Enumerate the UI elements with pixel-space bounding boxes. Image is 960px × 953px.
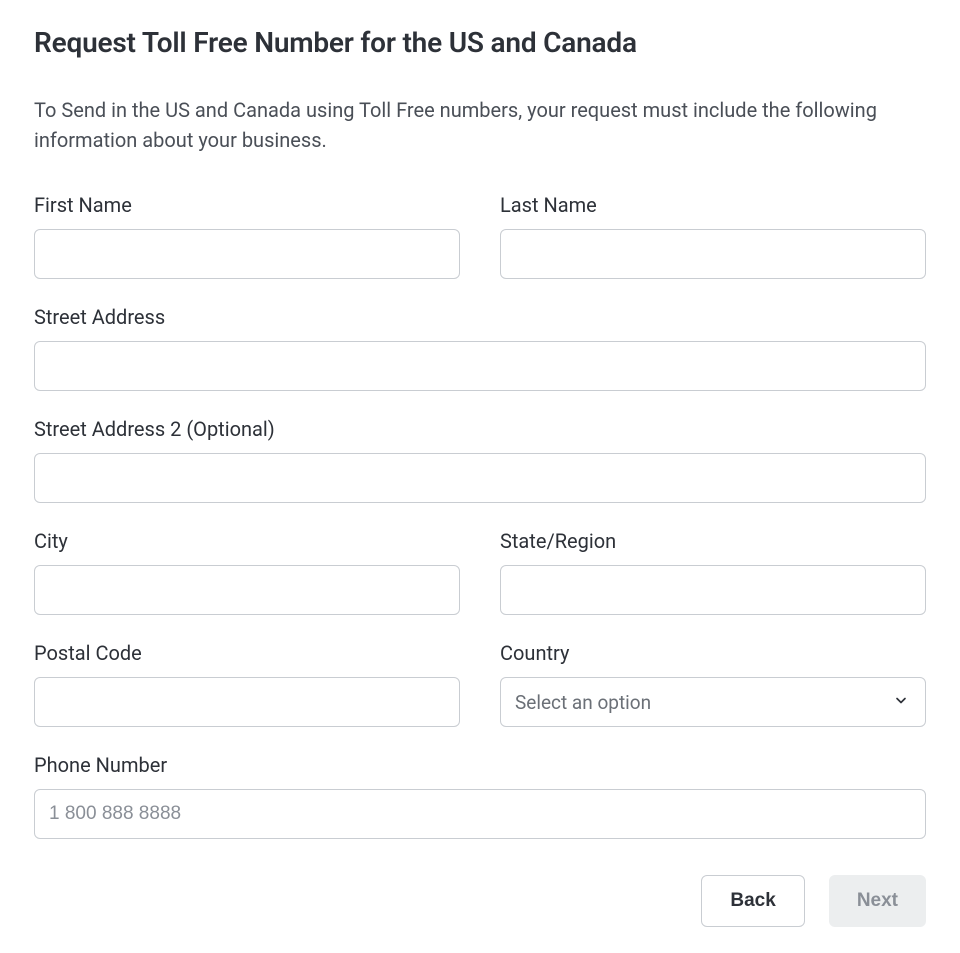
last-name-label: Last Name (500, 193, 926, 217)
last-name-field: Last Name (500, 193, 926, 279)
phone-number-input[interactable] (34, 789, 926, 839)
country-label: Country (500, 641, 926, 665)
street-address-2-field: Street Address 2 (Optional) (34, 417, 926, 503)
state-region-label: State/Region (500, 529, 926, 553)
phone-number-label: Phone Number (34, 753, 926, 777)
street-address-label: Street Address (34, 305, 926, 329)
country-select[interactable]: Select an option (500, 677, 926, 727)
street-address-2-input[interactable] (34, 453, 926, 503)
postal-code-input[interactable] (34, 677, 460, 727)
back-button[interactable]: Back (701, 875, 804, 927)
postal-code-field: Postal Code (34, 641, 460, 727)
city-input[interactable] (34, 565, 460, 615)
first-name-field: First Name (34, 193, 460, 279)
street-address-input[interactable] (34, 341, 926, 391)
street-address-2-label: Street Address 2 (Optional) (34, 417, 926, 441)
country-select-placeholder: Select an option (515, 691, 651, 714)
state-region-input[interactable] (500, 565, 926, 615)
state-region-field: State/Region (500, 529, 926, 615)
next-button[interactable]: Next (829, 875, 926, 927)
button-row: Back Next (34, 875, 926, 927)
phone-number-field: Phone Number (34, 753, 926, 839)
chevron-down-icon (893, 691, 909, 714)
postal-code-label: Postal Code (34, 641, 460, 665)
first-name-label: First Name (34, 193, 460, 217)
country-field: Country Select an option (500, 641, 926, 727)
intro-text: To Send in the US and Canada using Toll … (34, 95, 914, 155)
city-label: City (34, 529, 460, 553)
street-address-field: Street Address (34, 305, 926, 391)
first-name-input[interactable] (34, 229, 460, 279)
last-name-input[interactable] (500, 229, 926, 279)
city-field: City (34, 529, 460, 615)
page-title: Request Toll Free Number for the US and … (34, 26, 926, 59)
